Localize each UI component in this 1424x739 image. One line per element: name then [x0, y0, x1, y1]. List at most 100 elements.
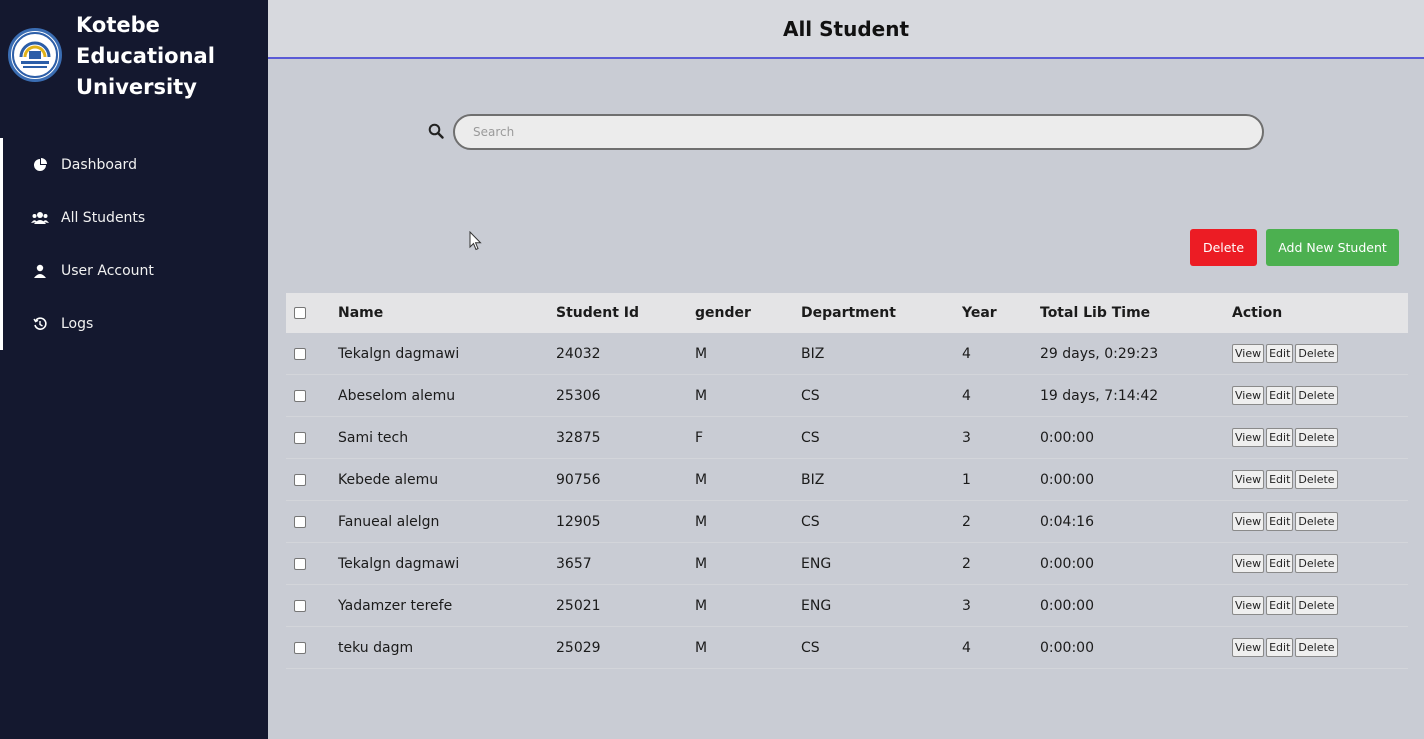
view-button[interactable]: View — [1232, 344, 1265, 363]
view-button[interactable]: View — [1232, 596, 1265, 615]
view-button[interactable]: View — [1232, 428, 1265, 447]
table-row: Tekalgn dagmawi 24032 M BIZ 4 29 days, 0:29:2… — [286, 333, 1408, 375]
cell-department: CS — [801, 387, 820, 404]
cell-gender: M — [695, 387, 708, 404]
cell-year: 3 — [962, 597, 971, 614]
row-checkbox[interactable] — [294, 389, 306, 402]
row-select-cell — [294, 459, 306, 500]
brand-line-3: University — [76, 75, 197, 99]
cell-total-lib-time: 0:00:00 — [1040, 429, 1094, 446]
row-select-cell — [294, 333, 306, 374]
history-icon — [31, 315, 49, 333]
edit-button[interactable]: Edit — [1266, 512, 1294, 531]
edit-button[interactable]: Edit — [1266, 638, 1294, 657]
users-icon — [31, 209, 49, 227]
row-delete-button[interactable]: Delete — [1295, 344, 1338, 363]
university-logo — [8, 28, 62, 82]
row-delete-button[interactable]: Delete — [1295, 638, 1338, 657]
cell-student-id: 12905 — [556, 513, 601, 530]
view-button[interactable]: View — [1232, 470, 1265, 489]
row-checkbox[interactable] — [294, 431, 306, 444]
edit-button[interactable]: Edit — [1266, 344, 1294, 363]
sidebar-item-logs[interactable]: Logs — [3, 297, 268, 350]
row-select-cell — [294, 543, 306, 584]
cell-gender: M — [695, 345, 708, 362]
row-delete-button[interactable]: Delete — [1295, 470, 1338, 489]
edit-button[interactable]: Edit — [1266, 386, 1294, 405]
cell-actions: View Edit Delete — [1232, 501, 1340, 542]
cell-department: CS — [801, 513, 820, 530]
row-select-cell — [294, 627, 306, 668]
sidebar-item-all-students[interactable]: All Students — [3, 191, 268, 244]
column-header-name: Name — [338, 305, 384, 321]
mouse-cursor-icon — [469, 230, 483, 255]
cell-name: Yadamzer terefe — [338, 597, 453, 614]
table-row: Tekalgn dagmawi 3657 M ENG 2 0:00:00 View Edit D… — [286, 543, 1408, 585]
cell-student-id: 24032 — [556, 345, 601, 362]
view-button[interactable]: View — [1232, 554, 1265, 573]
cell-department: ENG — [801, 597, 832, 614]
column-header-total-lib-time: Total Lib Time — [1040, 305, 1151, 321]
edit-button[interactable]: Edit — [1266, 596, 1294, 615]
row-checkbox[interactable] — [294, 599, 306, 612]
cell-gender: F — [695, 429, 704, 446]
brand: Kotebe Educational University — [8, 10, 215, 103]
cell-year: 3 — [962, 429, 971, 446]
row-select-cell — [294, 375, 306, 416]
cell-year: 1 — [962, 471, 971, 488]
cell-department: BIZ — [801, 345, 825, 362]
user-icon — [31, 262, 49, 280]
row-select-cell — [294, 585, 306, 626]
table-row: Sami tech 32875 F CS 3 0:00:00 View Edit Delete — [286, 417, 1408, 459]
students-table: Name Student Id gender Department Year T… — [286, 293, 1408, 669]
row-delete-button[interactable]: Delete — [1295, 386, 1338, 405]
row-delete-button[interactable]: Delete — [1295, 428, 1338, 447]
view-button[interactable]: View — [1232, 638, 1265, 657]
cell-gender: M — [695, 555, 708, 572]
row-delete-button[interactable]: Delete — [1295, 512, 1338, 531]
search-input[interactable] — [453, 114, 1264, 150]
row-checkbox[interactable] — [294, 473, 306, 486]
cell-name: Tekalgn dagmawi — [338, 345, 460, 362]
column-header-action: Action — [1232, 305, 1283, 321]
sidebar-item-user-account[interactable]: User Account — [3, 244, 268, 297]
edit-button[interactable]: Edit — [1266, 428, 1294, 447]
row-delete-button[interactable]: Delete — [1295, 554, 1338, 573]
cell-year: 4 — [962, 387, 971, 404]
cell-student-id: 90756 — [556, 471, 601, 488]
table-row: Kebede alemu 90756 M BIZ 1 0:00:00 View Edit Del… — [286, 459, 1408, 501]
row-checkbox[interactable] — [294, 347, 306, 360]
cell-total-lib-time: 0:00:00 — [1040, 597, 1094, 614]
edit-button[interactable]: Edit — [1266, 554, 1294, 573]
view-button[interactable]: View — [1232, 512, 1265, 531]
table-row: Abeselom alemu 25306 M CS 4 19 days, 7:14:42 V… — [286, 375, 1408, 417]
cell-name: Abeselom alemu — [338, 387, 456, 404]
table-row: teku dagm 25029 M CS 4 0:00:00 View Edit Delete — [286, 627, 1408, 669]
view-button[interactable]: View — [1232, 386, 1265, 405]
row-checkbox[interactable] — [294, 515, 306, 528]
cell-actions: View Edit Delete — [1232, 627, 1340, 668]
cell-name: teku dagm — [338, 639, 414, 656]
row-checkbox[interactable] — [294, 641, 306, 654]
row-checkbox[interactable] — [294, 557, 306, 570]
cell-student-id: 25029 — [556, 639, 601, 656]
search-icon[interactable] — [428, 123, 446, 141]
delete-selected-button[interactable]: Delete — [1190, 229, 1257, 266]
add-new-student-button[interactable]: Add New Student — [1266, 229, 1399, 266]
table-row: Yadamzer terefe 25021 M ENG 3 0:00:00 View Edit… — [286, 585, 1408, 627]
cell-name: Sami tech — [338, 429, 409, 446]
cell-total-lib-time: 0:04:16 — [1040, 513, 1094, 530]
row-select-cell — [294, 417, 306, 458]
dashboard-icon — [31, 156, 49, 174]
cell-actions: View Edit Delete — [1232, 585, 1340, 626]
edit-button[interactable]: Edit — [1266, 470, 1294, 489]
cell-student-id: 25021 — [556, 597, 601, 614]
row-select-cell — [294, 501, 306, 542]
table-body: Tekalgn dagmawi 24032 M BIZ 4 29 days, 0:29:2… — [286, 333, 1408, 669]
sidebar-item-label: Dashboard — [61, 156, 137, 173]
sidebar-item-label: User Account — [61, 262, 154, 279]
row-delete-button[interactable]: Delete — [1295, 596, 1338, 615]
brand-line-2: Educational — [76, 44, 215, 68]
select-all-checkbox[interactable] — [294, 307, 306, 319]
sidebar-item-dashboard[interactable]: Dashboard — [3, 138, 268, 191]
